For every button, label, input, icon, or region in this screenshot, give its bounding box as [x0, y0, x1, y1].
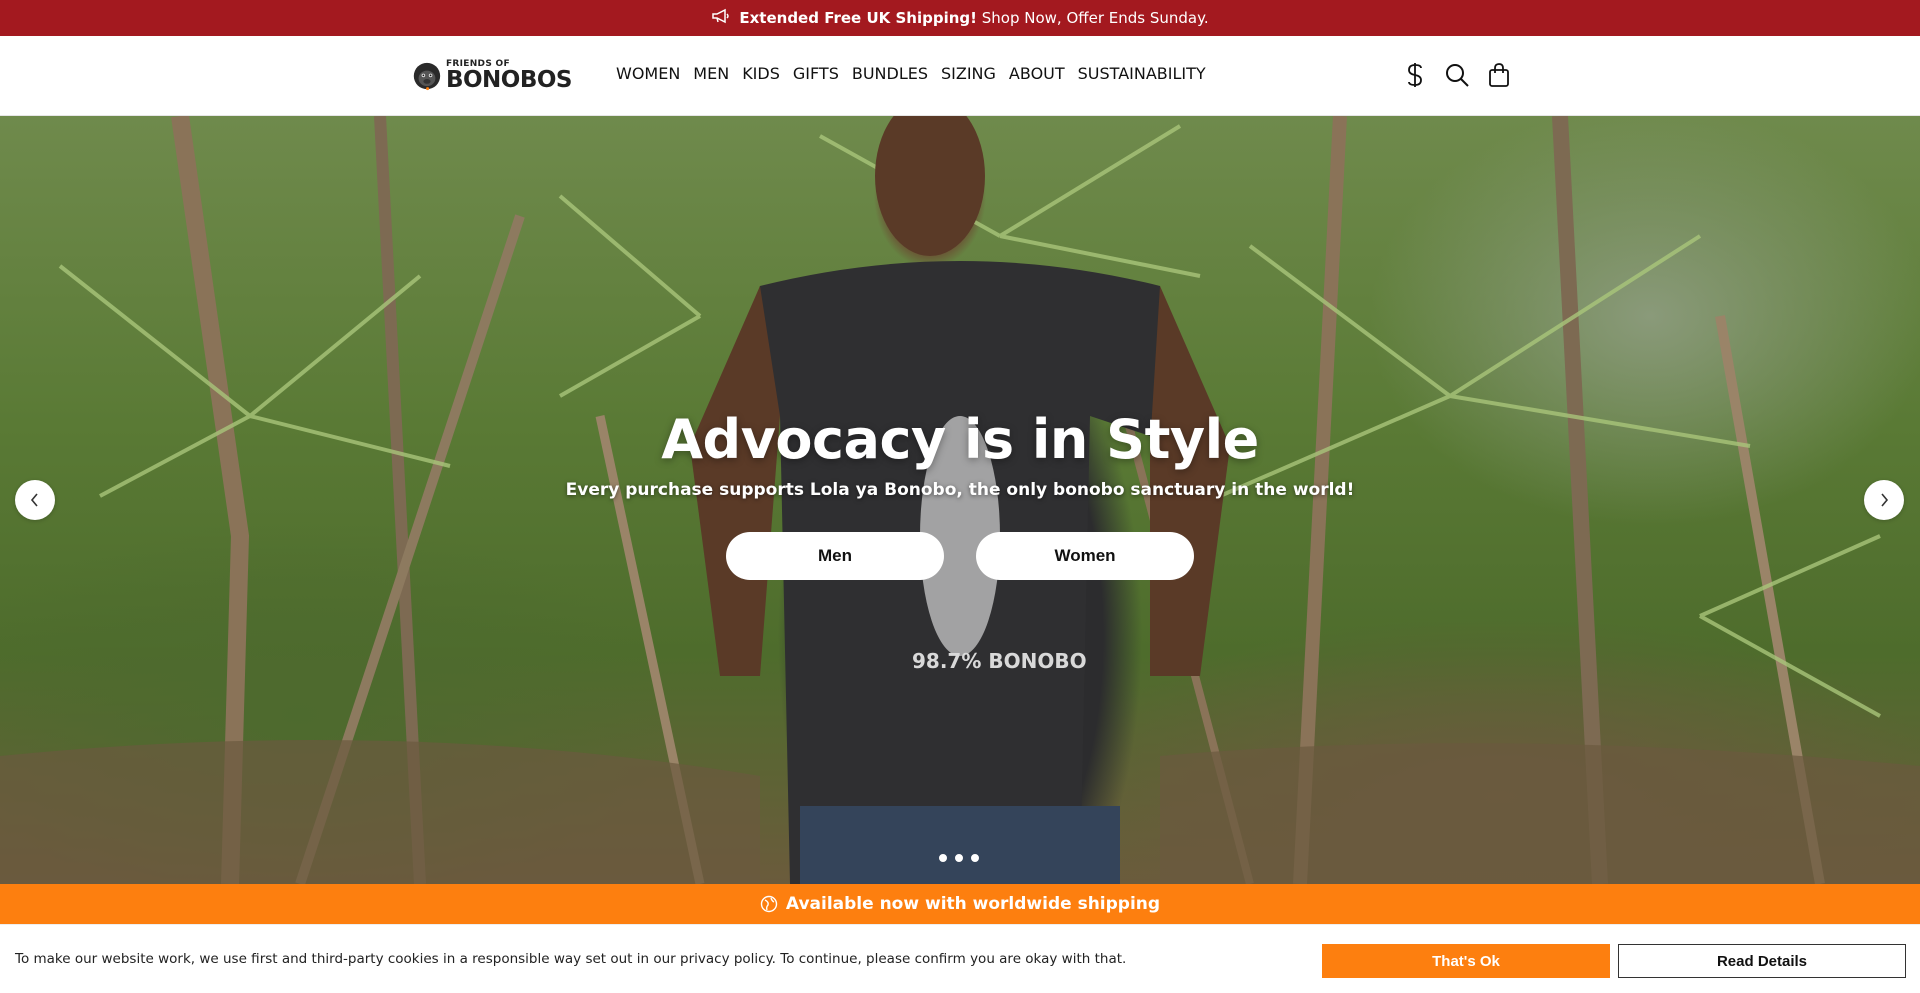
site-header: FRIENDS OF BONOBOS WOMEN MEN KIDS GIFTS … [0, 36, 1920, 116]
nav-sustainability[interactable]: SUSTAINABILITY [1078, 64, 1206, 83]
globe-icon [760, 895, 778, 913]
hero-background-image: 98.7% BONOBO [0, 116, 1920, 884]
slide-dot-2[interactable] [955, 854, 963, 862]
nav-gifts[interactable]: GIFTS [793, 64, 839, 83]
chevron-left-icon [30, 493, 38, 507]
slide-dot-1[interactable] [939, 854, 947, 862]
nav-sizing[interactable]: SIZING [941, 64, 996, 83]
slide-prev-button[interactable] [15, 480, 55, 520]
shopping-bag-icon[interactable] [1486, 60, 1512, 90]
cookie-banner: To make our website work, we use first a… [0, 924, 1920, 993]
nav-about[interactable]: ABOUT [1009, 64, 1065, 83]
logo-big-text: BONOBOS [445, 67, 573, 93]
cookie-text: To make our website work, we use first a… [15, 951, 1127, 967]
megaphone-icon [711, 7, 731, 29]
search-icon[interactable] [1444, 60, 1470, 90]
slide-next-button[interactable] [1864, 480, 1904, 520]
hero-slideshow: 98.7% BONOBO Advocacy is in Style Every … [0, 116, 1920, 884]
nav-women[interactable]: WOMEN [616, 64, 680, 83]
currency-dollar-icon[interactable] [1402, 60, 1428, 90]
header-icons [1402, 60, 1512, 90]
nav-bundles[interactable]: BUNDLES [852, 64, 928, 83]
cookie-accept-button[interactable]: That's Ok [1322, 944, 1610, 978]
hero-subtitle: Every purchase supports Lola ya Bonobo, … [565, 480, 1355, 500]
chevron-right-icon [1881, 493, 1889, 507]
shop-men-button[interactable]: Men [726, 532, 944, 580]
announcement-bold: Extended Free UK Shipping! [739, 9, 977, 27]
cookie-details-button[interactable]: Read Details [1618, 944, 1906, 978]
slide-dot-3[interactable] [971, 854, 979, 862]
logo[interactable]: FRIENDS OF BONOBOS [412, 48, 573, 104]
shipping-bar[interactable]: Available now with worldwide shipping [0, 884, 1920, 924]
shirt-print-text: 98.7% BONOBO [912, 649, 1087, 673]
announcement-bar[interactable]: Extended Free UK Shipping! Shop Now, Off… [0, 0, 1920, 36]
announcement-text: Shop Now, Offer Ends Sunday. [981, 9, 1209, 27]
nav-men[interactable]: MEN [693, 64, 729, 83]
shipping-bar-text: Available now with worldwide shipping [785, 894, 1161, 914]
nav-kids[interactable]: KIDS [742, 64, 780, 83]
bonobo-logo-icon [413, 62, 441, 91]
shop-women-button[interactable]: Women [976, 532, 1194, 580]
slide-dots [939, 854, 979, 862]
main-nav: WOMEN MEN KIDS GIFTS BUNDLES SIZING ABOU… [616, 64, 1206, 83]
hero-title: Advocacy is in Style [661, 408, 1259, 471]
